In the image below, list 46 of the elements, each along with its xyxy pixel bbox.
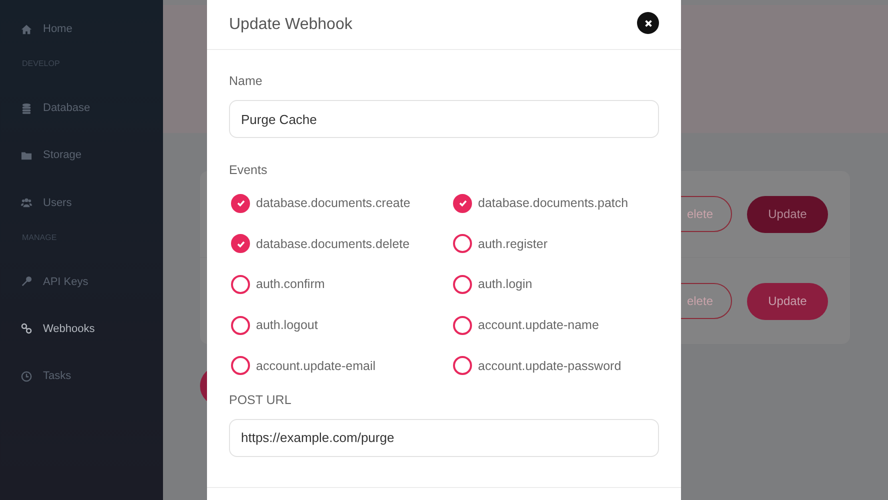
checkbox[interactable]	[453, 274, 472, 294]
nav-link[interactable]: Storage	[0, 139, 163, 172]
database-icon	[21, 102, 32, 114]
nav-link[interactable]: Tasks	[0, 360, 163, 392]
modal-title: Update Webhook	[229, 16, 352, 34]
event-label: database.documents.delete	[256, 236, 410, 251]
home-icon	[21, 24, 32, 34]
field-label: Events	[229, 163, 268, 177]
users-icon	[21, 197, 32, 208]
nav-link[interactable]: API Keys	[0, 266, 163, 298]
check-icon	[458, 198, 468, 208]
event-label: auth.register	[478, 236, 548, 251]
checkbox[interactable]	[231, 194, 250, 213]
field-label: POST URL	[229, 392, 292, 407]
event-label: database.documents.patch	[478, 196, 628, 210]
update-button[interactable]: Update	[747, 196, 828, 232]
field-label: Name	[229, 74, 264, 88]
check-icon	[236, 238, 246, 249]
key-icon	[21, 276, 32, 288]
clock-icon	[21, 370, 32, 382]
checkbox[interactable]	[231, 356, 250, 376]
event-label: auth.logout	[256, 318, 318, 332]
nav-link[interactable]: Database	[0, 92, 163, 124]
nav-link[interactable]: Users	[0, 186, 163, 219]
event-label: database.documents.create	[256, 196, 410, 210]
nav-link[interactable]: Home	[0, 13, 163, 45]
event-label: account.update-password	[478, 358, 622, 373]
checkbox[interactable]	[453, 234, 472, 254]
event-label: account.update-email	[256, 358, 376, 373]
url-field[interactable]: https://example.com/purge	[229, 418, 659, 457]
event-label: auth.login	[478, 277, 532, 292]
nav-link[interactable]: Webhooks	[0, 312, 163, 345]
check-icon	[236, 198, 246, 208]
update-button[interactable]: Update	[747, 282, 828, 320]
checkbox[interactable]	[453, 194, 472, 213]
folder-icon	[21, 150, 32, 161]
link-icon	[21, 323, 32, 334]
checkbox[interactable]	[231, 274, 250, 294]
name-field[interactable]: Purge Cache	[229, 100, 659, 138]
checkbox[interactable]	[453, 316, 472, 335]
close-icon[interactable]	[637, 12, 659, 34]
checkbox[interactable]	[453, 356, 472, 376]
checkbox[interactable]	[231, 316, 250, 335]
checkbox[interactable]	[231, 234, 250, 254]
event-label: auth.confirm	[256, 277, 325, 292]
event-label: account.update-name	[478, 318, 599, 332]
